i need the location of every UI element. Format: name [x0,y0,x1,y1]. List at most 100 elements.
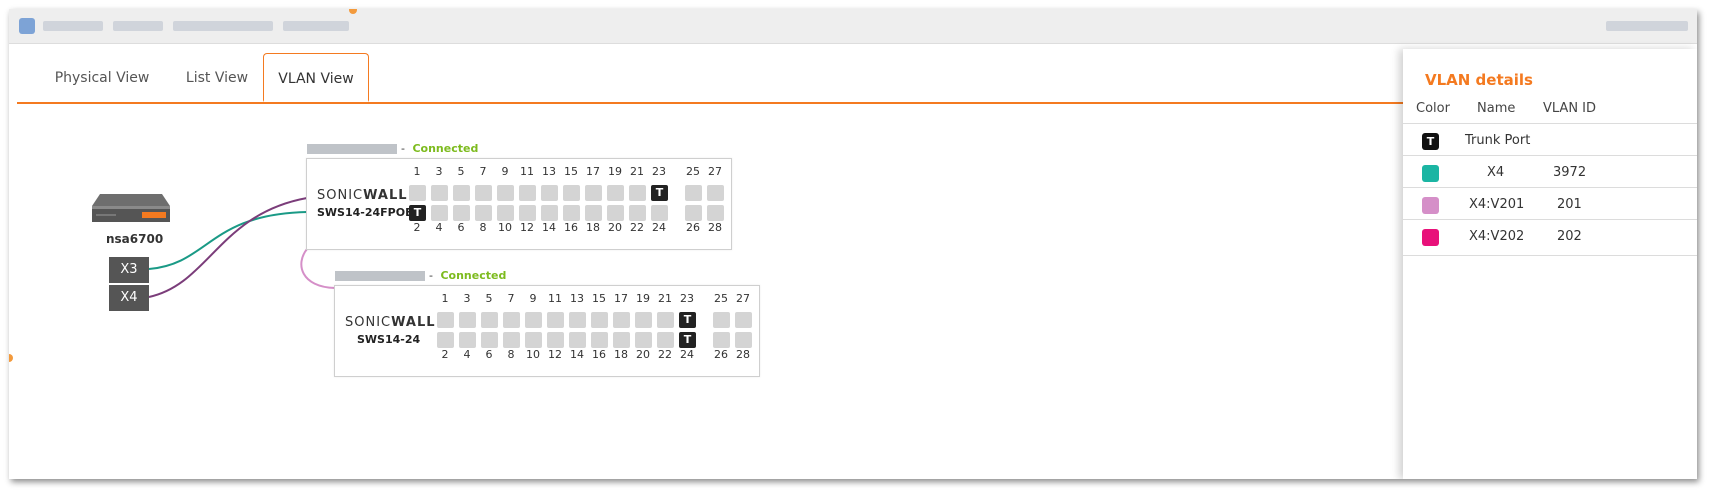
switch-port[interactable] [431,205,448,221]
switch-port[interactable] [497,205,514,221]
port-number-label: 27 [708,165,722,178]
vlan-row-x4-v202[interactable]: X4:V202 202 [1403,219,1697,256]
switch-port[interactable] [635,312,652,328]
tab-vlan-view[interactable]: VLAN View [263,53,369,102]
switch-port[interactable] [629,185,646,201]
switch-port[interactable] [591,312,608,328]
switch2-title: - Connected [335,269,506,282]
switch-port[interactable] [541,205,558,221]
switch-port[interactable] [519,185,536,201]
switch-port[interactable] [525,332,542,348]
switch-port[interactable] [519,205,536,221]
port-number-label: 4 [463,348,471,361]
switch-port[interactable] [475,205,492,221]
switch-port[interactable] [547,312,564,328]
switch-port[interactable] [503,332,520,348]
switch-port[interactable] [657,312,674,328]
firewall-port-x3[interactable]: X3 [109,257,149,283]
port-number-label: 21 [658,292,672,305]
switch-port[interactable] [497,185,514,201]
port-number-label: 20 [636,348,650,361]
switch-port[interactable] [591,332,608,348]
switch-port[interactable] [707,185,724,201]
switch-port[interactable] [437,312,454,328]
switch-port[interactable] [713,332,730,348]
tab-list-view[interactable]: List View [177,53,257,102]
switch2-card[interactable]: SONICWALL SWS14-24 1 3 5 7 9 11 13 15 17 19 21 23 T 2… [334,285,760,377]
port-number-label: 15 [564,165,578,178]
switch-port[interactable] [613,312,630,328]
switch-port[interactable] [651,205,668,221]
switch-port[interactable] [607,185,624,201]
header-name: Name [1477,101,1516,116]
switch1-card[interactable]: SONICWALL SWS14-24FPOE 1 3 5 7 9 11 13 15 17 19 21… [306,158,732,250]
port-number-label: 21 [630,165,644,178]
switch-port-trunk[interactable]: T [679,332,696,348]
switch-port-trunk[interactable]: T [409,205,426,221]
port-number-label: 19 [636,292,650,305]
port-number-label: 4 [435,221,443,234]
firewall-port-x4[interactable]: X4 [109,285,149,311]
switch-port[interactable] [685,205,702,221]
switch2-model: SWS14-24 [357,333,421,346]
switch-port[interactable] [481,312,498,328]
switch-port[interactable] [713,312,730,328]
switch-port[interactable] [585,205,602,221]
switch-port[interactable] [563,185,580,201]
switch-port-trunk[interactable]: T [651,185,668,201]
switch-port[interactable] [613,332,630,348]
switch-port[interactable] [569,312,586,328]
port-number-label: 16 [592,348,606,361]
switch-port-trunk[interactable]: T [679,312,696,328]
trunk-port-swatch: T [1422,133,1439,150]
tab-physical-view[interactable]: Physical View [47,53,157,102]
switch-port[interactable] [569,332,586,348]
switch-port[interactable] [431,185,448,201]
switch-port[interactable] [635,332,652,348]
vlan-name: X4:V202 [1469,229,1525,244]
switch-port[interactable] [685,185,702,201]
port-number-label: 9 [529,292,537,305]
port-number-label: 11 [520,165,534,178]
breadcrumb-blurred [43,21,103,31]
switch-port[interactable] [459,332,476,348]
switch-port[interactable] [735,312,752,328]
switch-port[interactable] [657,332,674,348]
vlan-row-x4[interactable]: X4 3972 [1403,155,1697,191]
switch-port[interactable] [481,332,498,348]
switch2-brand-logo: SONICWALL [345,315,436,330]
vlan-name: X4 [1487,165,1505,180]
switch-port[interactable] [607,205,624,221]
switch2-status: Connected [440,269,507,282]
switch-port[interactable] [735,332,752,348]
switch-port[interactable] [541,185,558,201]
notification-dot [349,9,357,14]
vlan-id: 201 [1557,197,1582,212]
vlan-row-trunk[interactable]: T Trunk Port [1403,123,1697,159]
switch-port[interactable] [409,185,426,201]
port-number-label: 25 [714,292,728,305]
vlan-row-x4-v201[interactable]: X4:V201 201 [1403,187,1697,223]
port-number-label: 25 [686,165,700,178]
vlan-name: X4:V201 [1469,197,1525,212]
switch-port[interactable] [563,205,580,221]
switch-port[interactable] [503,312,520,328]
switch-port[interactable] [437,332,454,348]
switch-port[interactable] [707,205,724,221]
firewall-appliance-icon[interactable] [90,192,172,228]
switch-port[interactable] [475,185,492,201]
switch-port[interactable] [629,205,646,221]
switch-port[interactable] [525,312,542,328]
port-number-label: 15 [592,292,606,305]
switch-port[interactable] [453,185,470,201]
port-number-label: 1 [441,292,449,305]
switch-port[interactable] [459,312,476,328]
switch-port[interactable] [453,205,470,221]
breadcrumb-blurred [113,21,163,31]
user-menu-blurred[interactable] [1606,21,1688,31]
switch-port[interactable] [585,185,602,201]
view-tabs: Physical View List View VLAN View [17,53,1407,104]
switch-port[interactable] [547,332,564,348]
port-number-label: 28 [736,348,750,361]
port-number-label: 13 [542,165,556,178]
